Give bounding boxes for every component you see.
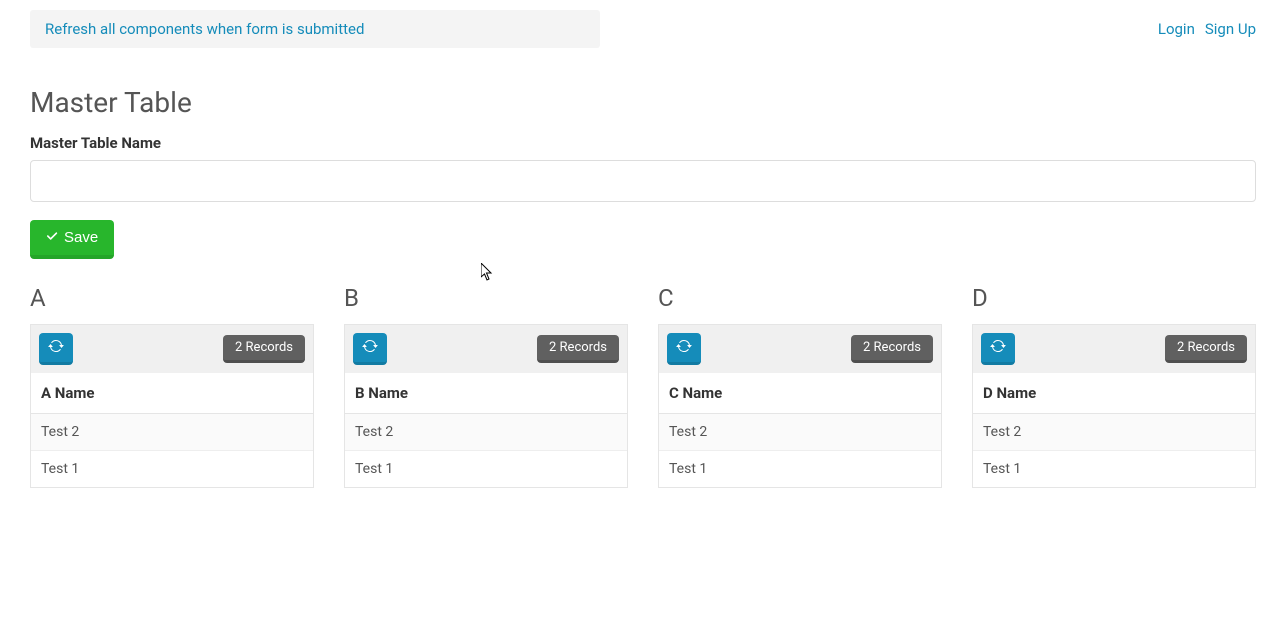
refresh-icon — [48, 338, 64, 357]
table-section-c: C 2 Records C Name Test 2 — [658, 284, 942, 488]
signup-link[interactable]: Sign Up — [1205, 20, 1256, 38]
save-button[interactable]: Save — [30, 220, 114, 259]
table-row[interactable]: Test 2 — [345, 414, 627, 451]
data-table: C Name Test 2 Test 1 — [659, 373, 941, 487]
alert-banner: Refresh all components when form is subm… — [30, 10, 600, 48]
refresh-button[interactable] — [981, 333, 1015, 365]
table-row[interactable]: Test 1 — [659, 451, 941, 488]
table-section-b: B 2 Records B Name Test 2 — [344, 284, 628, 488]
section-title: D — [972, 284, 1256, 312]
cell: Test 2 — [345, 414, 627, 451]
cell: Test 2 — [659, 414, 941, 451]
column-header[interactable]: B Name — [345, 373, 627, 414]
records-badge: 2 Records — [223, 335, 305, 363]
table-section-d: D 2 Records D Name Test 2 — [972, 284, 1256, 488]
table-toolbar: 2 Records — [973, 325, 1255, 373]
login-link[interactable]: Login — [1158, 20, 1195, 38]
table-card: 2 Records A Name Test 2 Test 1 — [30, 324, 314, 488]
section-title: A — [30, 284, 314, 312]
refresh-button[interactable] — [667, 333, 701, 365]
records-badge: 2 Records — [851, 335, 933, 363]
table-row[interactable]: Test 1 — [345, 451, 627, 488]
data-table: A Name Test 2 Test 1 — [31, 373, 313, 487]
alert-link[interactable]: Refresh all components when form is subm… — [45, 20, 364, 38]
refresh-icon — [362, 338, 378, 357]
section-title: C — [658, 284, 942, 312]
refresh-button[interactable] — [39, 333, 73, 365]
form-label: Master Table Name — [30, 134, 1256, 152]
save-button-label: Save — [64, 229, 98, 246]
table-row[interactable]: Test 1 — [973, 451, 1255, 488]
records-badge: 2 Records — [537, 335, 619, 363]
records-badge: 2 Records — [1165, 335, 1247, 363]
table-card: 2 Records C Name Test 2 Test 1 — [658, 324, 942, 488]
table-row[interactable]: Test 2 — [659, 414, 941, 451]
table-card: 2 Records D Name Test 2 Test 1 — [972, 324, 1256, 488]
table-section-a: A 2 Records A Name Test 2 — [30, 284, 314, 488]
table-card: 2 Records B Name Test 2 Test 1 — [344, 324, 628, 488]
table-row[interactable]: Test 1 — [31, 451, 313, 488]
data-table: D Name Test 2 Test 1 — [973, 373, 1255, 487]
cell: Test 1 — [345, 451, 627, 488]
refresh-icon — [676, 338, 692, 357]
cell: Test 2 — [31, 414, 313, 451]
cell: Test 1 — [659, 451, 941, 488]
refresh-icon — [990, 338, 1006, 357]
table-toolbar: 2 Records — [345, 325, 627, 373]
table-toolbar: 2 Records — [31, 325, 313, 373]
auth-links: Login Sign Up — [1158, 10, 1256, 38]
master-table-name-input[interactable] — [30, 160, 1256, 202]
section-title: B — [344, 284, 628, 312]
page-title: Master Table — [30, 86, 1256, 119]
refresh-button[interactable] — [353, 333, 387, 365]
data-table: B Name Test 2 Test 1 — [345, 373, 627, 487]
check-icon — [46, 231, 59, 244]
column-header[interactable]: D Name — [973, 373, 1255, 414]
cell: Test 1 — [31, 451, 313, 488]
table-row[interactable]: Test 2 — [31, 414, 313, 451]
table-row[interactable]: Test 2 — [973, 414, 1255, 451]
column-header[interactable]: C Name — [659, 373, 941, 414]
cell: Test 1 — [973, 451, 1255, 488]
cell: Test 2 — [973, 414, 1255, 451]
table-toolbar: 2 Records — [659, 325, 941, 373]
tables-row: A 2 Records A Name Test 2 — [30, 284, 1256, 488]
column-header[interactable]: A Name — [31, 373, 313, 414]
